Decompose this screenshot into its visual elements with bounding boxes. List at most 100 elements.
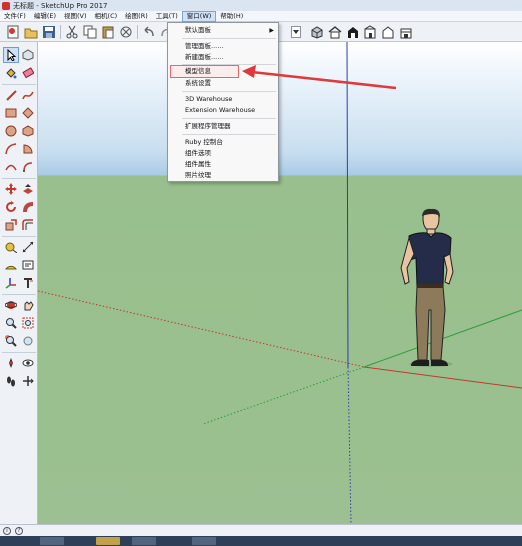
window-dropdown-menu: 默认面板 ▶ 管理面板...... 新建面板...... 模型信息 系统设置 3… — [167, 22, 279, 182]
position-camera-icon[interactable] — [3, 355, 19, 371]
menu-view[interactable]: 视图(V) — [60, 11, 91, 22]
menu-separator — [182, 64, 276, 65]
undo-icon[interactable] — [141, 24, 157, 40]
menu-item-new-tray[interactable]: 新建面板...... — [168, 52, 278, 63]
iso-view-icon[interactable] — [309, 24, 325, 40]
right-view-icon[interactable] — [362, 24, 378, 40]
blue-axis-dotted — [347, 366, 352, 524]
red-axis-dotted — [38, 290, 365, 368]
zoom-window-icon[interactable] — [20, 315, 36, 331]
menu-item-default-tray[interactable]: 默认面板 ▶ — [168, 25, 278, 36]
zoom-icon[interactable] — [3, 315, 19, 331]
submenu-arrow-icon: ▶ — [269, 27, 274, 34]
menu-item-extension-manager[interactable]: 扩展程序管理器 — [168, 121, 278, 132]
tool-palette — [0, 42, 38, 524]
menu-item-extension-warehouse[interactable]: Extension Warehouse — [168, 105, 278, 116]
circle-icon[interactable] — [3, 123, 19, 139]
menu-item-ruby-console[interactable]: Ruby 控制台 — [168, 137, 278, 148]
eraser-icon[interactable] — [20, 65, 36, 81]
tape-measure-icon[interactable] — [3, 239, 19, 255]
info-icon[interactable]: i — [3, 526, 11, 535]
front-view-icon[interactable] — [345, 24, 361, 40]
freehand-icon[interactable] — [20, 87, 36, 103]
menu-file[interactable]: 文件(F) — [0, 11, 30, 22]
top-view-icon[interactable] — [327, 24, 343, 40]
polygon-icon[interactable] — [20, 123, 36, 139]
follow-me-icon[interactable] — [20, 199, 36, 215]
two-point-arc-icon[interactable] — [3, 159, 19, 175]
menu-item-model-info[interactable]: 模型信息 — [170, 65, 239, 78]
toolbar-separator — [137, 25, 138, 39]
palette-separator — [2, 178, 36, 179]
modeling-viewport[interactable] — [38, 42, 522, 524]
left-view-icon[interactable] — [398, 24, 414, 40]
paint-bucket-icon[interactable] — [3, 65, 19, 81]
arc-icon[interactable] — [3, 141, 19, 157]
palette-separator — [2, 236, 36, 237]
scale-icon[interactable] — [3, 217, 19, 233]
menu-item-label: 默认面板 — [185, 26, 211, 34]
previous-icon[interactable] — [20, 333, 36, 349]
scene-canvas[interactable] — [38, 42, 522, 524]
pan-icon[interactable] — [20, 297, 36, 313]
taskbar-item[interactable] — [40, 537, 64, 545]
rotate-icon[interactable] — [3, 199, 19, 215]
palette-separator — [2, 294, 36, 295]
save-icon[interactable] — [41, 24, 57, 40]
rectangle-icon[interactable] — [3, 105, 19, 121]
palette-separator — [2, 352, 36, 353]
help-icon[interactable]: ? — [15, 526, 23, 535]
axes-icon[interactable] — [3, 275, 19, 291]
menu-draw[interactable]: 绘图(R) — [121, 11, 152, 22]
paste-icon[interactable] — [100, 24, 116, 40]
zoom-extents-icon[interactable] — [3, 333, 19, 349]
3d-text-icon[interactable] — [20, 275, 36, 291]
menu-help[interactable]: 帮助(H) — [216, 11, 247, 22]
look-around-icon[interactable] — [20, 355, 36, 371]
protractor-icon[interactable] — [3, 257, 19, 273]
toolbar-dropdown[interactable] — [291, 26, 301, 38]
menu-item-preferences[interactable]: 系统设置 — [168, 78, 278, 89]
menu-edit[interactable]: 编辑(E) — [30, 11, 60, 22]
push-pull-icon[interactable] — [20, 181, 36, 197]
new-file-icon[interactable] — [5, 24, 21, 40]
window-title: 无标题 - SketchUp Pro 2017 — [13, 1, 108, 10]
menu-tools[interactable]: 工具(T) — [152, 11, 182, 22]
orbit-icon[interactable] — [3, 297, 19, 313]
copy-icon[interactable] — [82, 24, 98, 40]
line-icon[interactable] — [3, 87, 19, 103]
move-icon[interactable] — [3, 181, 19, 197]
green-axis-dotted — [202, 366, 365, 425]
rotated-rectangle-icon[interactable] — [20, 105, 36, 121]
pie-icon[interactable] — [20, 141, 36, 157]
taskbar-item[interactable] — [192, 537, 216, 545]
menu-item-component-attributes[interactable]: 组件属性 — [168, 159, 278, 170]
sketchup-logo-icon — [2, 1, 10, 10]
title-bar: 无标题 - SketchUp Pro 2017 — [0, 0, 522, 11]
section-plane-icon[interactable] — [20, 373, 36, 389]
menu-window[interactable]: 窗口(W) — [181, 10, 217, 22]
select-icon[interactable] — [3, 47, 19, 63]
text-icon[interactable] — [20, 257, 36, 273]
menu-bar: 文件(F) 编辑(E) 视图(V) 相机(C) 绘图(R) 工具(T) 窗口(W… — [0, 10, 522, 22]
back-view-icon[interactable] — [380, 24, 396, 40]
red-axis-solid — [363, 366, 522, 389]
component-icon[interactable] — [20, 47, 36, 63]
offset-icon[interactable] — [20, 217, 36, 233]
palette-separator — [2, 84, 36, 85]
menu-item-3d-warehouse[interactable]: 3D Warehouse — [168, 94, 278, 105]
walk-icon[interactable] — [3, 373, 19, 389]
open-icon[interactable] — [23, 24, 39, 40]
taskbar-item[interactable] — [132, 537, 156, 545]
dimension-icon[interactable] — [20, 239, 36, 255]
erase-icon[interactable] — [118, 24, 134, 40]
menu-separator — [182, 118, 276, 119]
menu-item-manage-trays[interactable]: 管理面板...... — [168, 41, 278, 52]
menu-item-photo-textures[interactable]: 照片纹理 — [168, 170, 278, 181]
menu-camera[interactable]: 相机(C) — [91, 11, 122, 22]
three-point-arc-icon[interactable] — [20, 159, 36, 175]
taskbar-item-active[interactable] — [96, 537, 120, 545]
menu-item-component-options[interactable]: 组件选项 — [168, 148, 278, 159]
cut-icon[interactable] — [64, 24, 80, 40]
scale-figure-person — [400, 208, 454, 367]
